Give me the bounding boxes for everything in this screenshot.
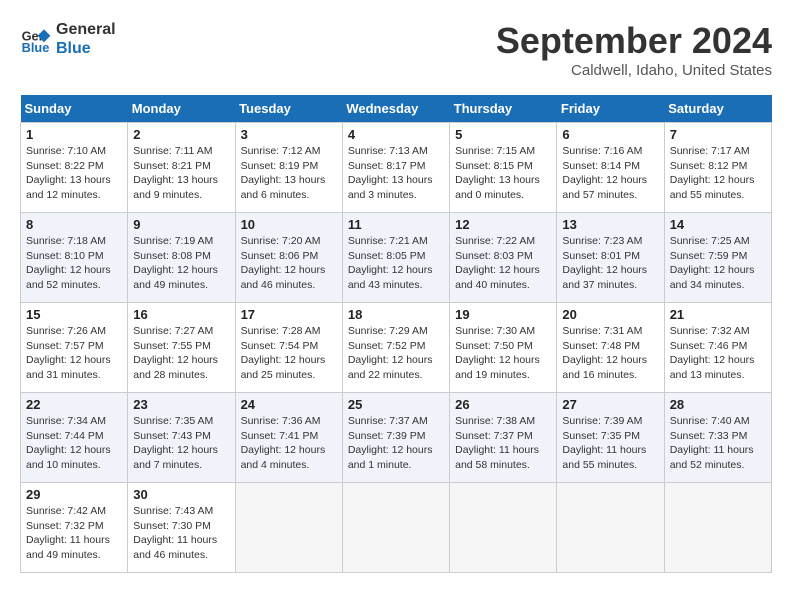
- table-row: 29 Sunrise: 7:42 AM Sunset: 7:32 PM Dayl…: [21, 483, 128, 573]
- calendar-row: 1 Sunrise: 7:10 AM Sunset: 8:22 PM Dayli…: [21, 123, 772, 213]
- page-header: Gen Blue General Blue September 2024 Cal…: [20, 20, 772, 79]
- table-row: 23 Sunrise: 7:35 AM Sunset: 7:43 PM Dayl…: [128, 393, 235, 483]
- table-row: 25 Sunrise: 7:37 AM Sunset: 7:39 PM Dayl…: [342, 393, 449, 483]
- table-row: 16 Sunrise: 7:27 AM Sunset: 7:55 PM Dayl…: [128, 303, 235, 393]
- table-row: 9 Sunrise: 7:19 AM Sunset: 8:08 PM Dayli…: [128, 213, 235, 303]
- table-row: 24 Sunrise: 7:36 AM Sunset: 7:41 PM Dayl…: [235, 393, 342, 483]
- table-row: 3 Sunrise: 7:12 AM Sunset: 8:19 PM Dayli…: [235, 123, 342, 213]
- calendar-row: 22 Sunrise: 7:34 AM Sunset: 7:44 PM Dayl…: [21, 393, 772, 483]
- table-row: 7 Sunrise: 7:17 AM Sunset: 8:12 PM Dayli…: [664, 123, 771, 213]
- col-thursday: Thursday: [450, 95, 557, 123]
- table-row: 26 Sunrise: 7:38 AM Sunset: 7:37 PM Dayl…: [450, 393, 557, 483]
- table-row: 19 Sunrise: 7:30 AM Sunset: 7:50 PM Dayl…: [450, 303, 557, 393]
- table-row: 14 Sunrise: 7:25 AM Sunset: 7:59 PM Dayl…: [664, 213, 771, 303]
- header-row: Sunday Monday Tuesday Wednesday Thursday…: [21, 95, 772, 123]
- logo-text-blue: Blue: [56, 39, 116, 58]
- table-row: 15 Sunrise: 7:26 AM Sunset: 7:57 PM Dayl…: [21, 303, 128, 393]
- table-row: 6 Sunrise: 7:16 AM Sunset: 8:14 PM Dayli…: [557, 123, 664, 213]
- table-row: [342, 483, 449, 573]
- table-row: 20 Sunrise: 7:31 AM Sunset: 7:48 PM Dayl…: [557, 303, 664, 393]
- table-row: 1 Sunrise: 7:10 AM Sunset: 8:22 PM Dayli…: [21, 123, 128, 213]
- table-row: 11 Sunrise: 7:21 AM Sunset: 8:05 PM Dayl…: [342, 213, 449, 303]
- table-row: [235, 483, 342, 573]
- title-block: September 2024 Caldwell, Idaho, United S…: [496, 20, 772, 79]
- table-row: [557, 483, 664, 573]
- table-row: 4 Sunrise: 7:13 AM Sunset: 8:17 PM Dayli…: [342, 123, 449, 213]
- table-row: 21 Sunrise: 7:32 AM Sunset: 7:46 PM Dayl…: [664, 303, 771, 393]
- col-saturday: Saturday: [664, 95, 771, 123]
- logo-icon: Gen Blue: [20, 23, 52, 55]
- table-row: 17 Sunrise: 7:28 AM Sunset: 7:54 PM Dayl…: [235, 303, 342, 393]
- location: Caldwell, Idaho, United States: [496, 62, 772, 79]
- table-row: 27 Sunrise: 7:39 AM Sunset: 7:35 PM Dayl…: [557, 393, 664, 483]
- table-row: 22 Sunrise: 7:34 AM Sunset: 7:44 PM Dayl…: [21, 393, 128, 483]
- col-sunday: Sunday: [21, 95, 128, 123]
- calendar-row: 15 Sunrise: 7:26 AM Sunset: 7:57 PM Dayl…: [21, 303, 772, 393]
- col-tuesday: Tuesday: [235, 95, 342, 123]
- table-row: [450, 483, 557, 573]
- table-row: 30 Sunrise: 7:43 AM Sunset: 7:30 PM Dayl…: [128, 483, 235, 573]
- calendar-table: Sunday Monday Tuesday Wednesday Thursday…: [20, 95, 772, 573]
- col-monday: Monday: [128, 95, 235, 123]
- calendar-row: 8 Sunrise: 7:18 AM Sunset: 8:10 PM Dayli…: [21, 213, 772, 303]
- table-row: 2 Sunrise: 7:11 AM Sunset: 8:21 PM Dayli…: [128, 123, 235, 213]
- col-friday: Friday: [557, 95, 664, 123]
- table-row: [664, 483, 771, 573]
- table-row: 28 Sunrise: 7:40 AM Sunset: 7:33 PM Dayl…: [664, 393, 771, 483]
- svg-text:Blue: Blue: [22, 40, 50, 55]
- month-title: September 2024: [496, 20, 772, 62]
- table-row: 10 Sunrise: 7:20 AM Sunset: 8:06 PM Dayl…: [235, 213, 342, 303]
- table-row: 13 Sunrise: 7:23 AM Sunset: 8:01 PM Dayl…: [557, 213, 664, 303]
- table-row: 18 Sunrise: 7:29 AM Sunset: 7:52 PM Dayl…: [342, 303, 449, 393]
- col-wednesday: Wednesday: [342, 95, 449, 123]
- table-row: 5 Sunrise: 7:15 AM Sunset: 8:15 PM Dayli…: [450, 123, 557, 213]
- table-row: 12 Sunrise: 7:22 AM Sunset: 8:03 PM Dayl…: [450, 213, 557, 303]
- table-row: 8 Sunrise: 7:18 AM Sunset: 8:10 PM Dayli…: [21, 213, 128, 303]
- logo: Gen Blue General Blue: [20, 20, 116, 58]
- logo-text-general: General: [56, 20, 116, 39]
- calendar-row: 29 Sunrise: 7:42 AM Sunset: 7:32 PM Dayl…: [21, 483, 772, 573]
